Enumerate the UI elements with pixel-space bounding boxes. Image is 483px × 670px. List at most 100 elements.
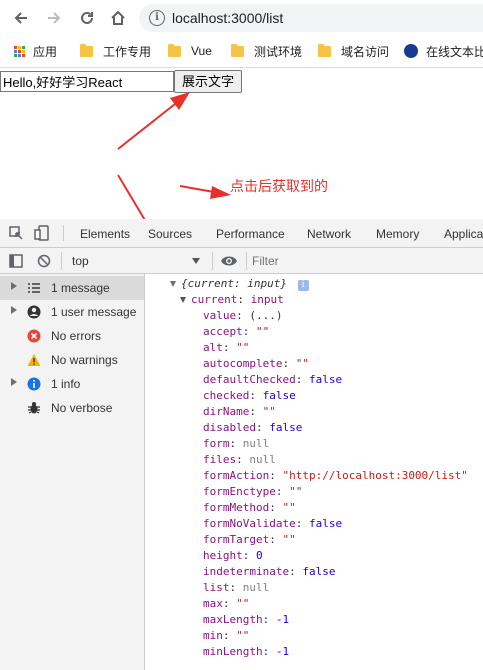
property-row[interactable]: autocomplete: "" — [203, 356, 309, 372]
property-row[interactable]: accept: "" — [203, 324, 269, 340]
sidebar-toggle-icon[interactable] — [9, 254, 23, 268]
separator: : — [269, 533, 283, 546]
property-key: formEnctype — [203, 485, 276, 498]
divider — [61, 252, 62, 270]
console-object-header[interactable]: {current: input} i — [170, 276, 309, 292]
property-row[interactable]: alt: "" — [203, 340, 249, 356]
property-row[interactable]: formNoValidate: false — [203, 516, 342, 532]
tab-elements[interactable]: Elements — [80, 227, 130, 241]
tab-performance[interactable]: Performance — [216, 227, 285, 241]
property-key: dirName — [203, 405, 250, 418]
tab-network[interactable]: Network — [307, 227, 351, 241]
property-row[interactable]: maxLength: -1 — [203, 612, 289, 628]
property-value: null — [242, 581, 270, 594]
property-row[interactable]: files: null — [203, 452, 276, 468]
expand-triangle-icon — [170, 281, 176, 287]
context-selector[interactable]: top — [66, 250, 206, 272]
live-expression-eye-icon[interactable] — [220, 254, 238, 268]
property-key: max — [203, 597, 223, 610]
property-value: false — [308, 517, 343, 530]
expand-triangle-icon — [180, 297, 186, 303]
clear-console-icon[interactable] — [37, 254, 51, 268]
property-value: "" — [295, 357, 309, 370]
console-sidebar: 1 message 1 user message No errors No wa… — [0, 274, 145, 670]
property-key: min — [203, 629, 223, 642]
separator: : — [236, 453, 250, 466]
property-row[interactable]: disabled: false — [203, 420, 302, 436]
bookmark-domain[interactable]: 域名访问 — [318, 42, 389, 60]
info-icon — [27, 377, 41, 391]
separator: : — [275, 485, 290, 498]
browser-toolbar: i localhost:3000/list 应用 工作专用 Vue 测试环境 域… — [0, 0, 483, 68]
sidebar-item-warnings[interactable]: No warnings — [0, 348, 144, 372]
bookmark-vue[interactable]: Vue — [168, 42, 212, 60]
sidebar-item-info[interactable]: 1 info — [0, 372, 144, 396]
property-value: null — [249, 453, 276, 466]
bookmarks-bar: 应用 工作专用 Vue 测试环境 域名访问 在线文本比 — [0, 38, 483, 64]
property-row[interactable]: list: null — [203, 580, 269, 596]
property-row[interactable]: formMethod: "" — [203, 500, 296, 516]
separator: : — [289, 565, 303, 578]
sidebar-item-messages[interactable]: 1 message — [0, 276, 144, 300]
folder-icon — [80, 43, 93, 57]
separator: : — [295, 373, 309, 386]
bookmark-work[interactable]: 工作专用 — [80, 42, 151, 60]
property-value: "" — [262, 405, 276, 418]
property-key: indeterminate — [203, 565, 290, 578]
property-key: formAction — [203, 469, 270, 482]
property-row[interactable]: formAction: "http://localhost:3000/list" — [203, 468, 468, 484]
bookmark-text-compare[interactable]: 在线文本比 — [404, 42, 483, 60]
tab-sources[interactable]: Sources — [148, 227, 192, 241]
property-row[interactable]: indeterminate: false — [203, 564, 335, 580]
property-key: disabled — [203, 421, 256, 434]
console-filter-input[interactable] — [252, 251, 478, 271]
sidebar-item-errors[interactable]: No errors — [0, 324, 144, 348]
tab-memory[interactable]: Memory — [376, 227, 419, 241]
property-key: checked — [203, 389, 250, 402]
back-arrow-icon[interactable] — [9, 6, 33, 30]
property-row[interactable]: height: 0 — [203, 548, 263, 564]
text-input[interactable] — [0, 71, 174, 92]
property-row[interactable]: dirName: "" — [203, 404, 276, 420]
console-output: {current: input} i current: input value:… — [146, 274, 483, 670]
property-key: formMethod — [203, 501, 270, 514]
site-info-icon[interactable]: i — [149, 10, 165, 26]
error-icon — [27, 329, 41, 343]
warning-icon — [27, 353, 41, 367]
separator: : — [236, 309, 250, 322]
property-row[interactable]: formEnctype: "" — [203, 484, 302, 500]
sidebar-item-verbose[interactable]: No verbose — [0, 396, 144, 420]
property-value: "" — [282, 533, 296, 546]
property-row[interactable]: minLength: -1 — [203, 644, 289, 660]
property-row[interactable]: checked: false — [203, 388, 296, 404]
user-icon — [27, 305, 41, 319]
console-toolbar: top — [0, 248, 483, 274]
property-row[interactable]: value: (...) — [203, 308, 283, 324]
inspect-element-icon[interactable] — [9, 226, 23, 240]
show-text-button[interactable]: 展示文字 — [174, 70, 242, 93]
property-key: autocomplete — [203, 357, 283, 370]
expand-arrow-icon — [11, 378, 17, 386]
bookmark-test-env[interactable]: 测试环境 — [231, 42, 302, 60]
property-row[interactable]: form: null — [203, 436, 269, 452]
separator: : — [262, 645, 276, 658]
reload-icon[interactable] — [75, 6, 99, 30]
property-value: "" — [282, 501, 296, 514]
property-value: "" — [236, 341, 250, 354]
home-icon[interactable] — [106, 6, 130, 30]
separator: : — [282, 357, 296, 370]
address-bar[interactable]: i localhost:3000/list — [139, 4, 483, 32]
property-row[interactable]: min: "" — [203, 628, 249, 644]
bookmark-apps[interactable]: 应用 — [14, 42, 57, 60]
sidebar-item-user-messages[interactable]: 1 user message — [0, 300, 144, 324]
list-icon — [27, 281, 41, 295]
device-toolbar-icon[interactable] — [34, 225, 50, 241]
forward-arrow-icon[interactable] — [42, 6, 66, 30]
console-current-row[interactable]: current: input — [180, 292, 284, 308]
property-row[interactable]: defaultChecked: false — [203, 372, 342, 388]
property-row[interactable]: formTarget: "" — [203, 532, 296, 548]
tab-application[interactable]: Applica — [444, 227, 483, 241]
property-value: "" — [289, 485, 303, 498]
property-row[interactable]: max: "" — [203, 596, 249, 612]
separator: : — [295, 517, 309, 530]
